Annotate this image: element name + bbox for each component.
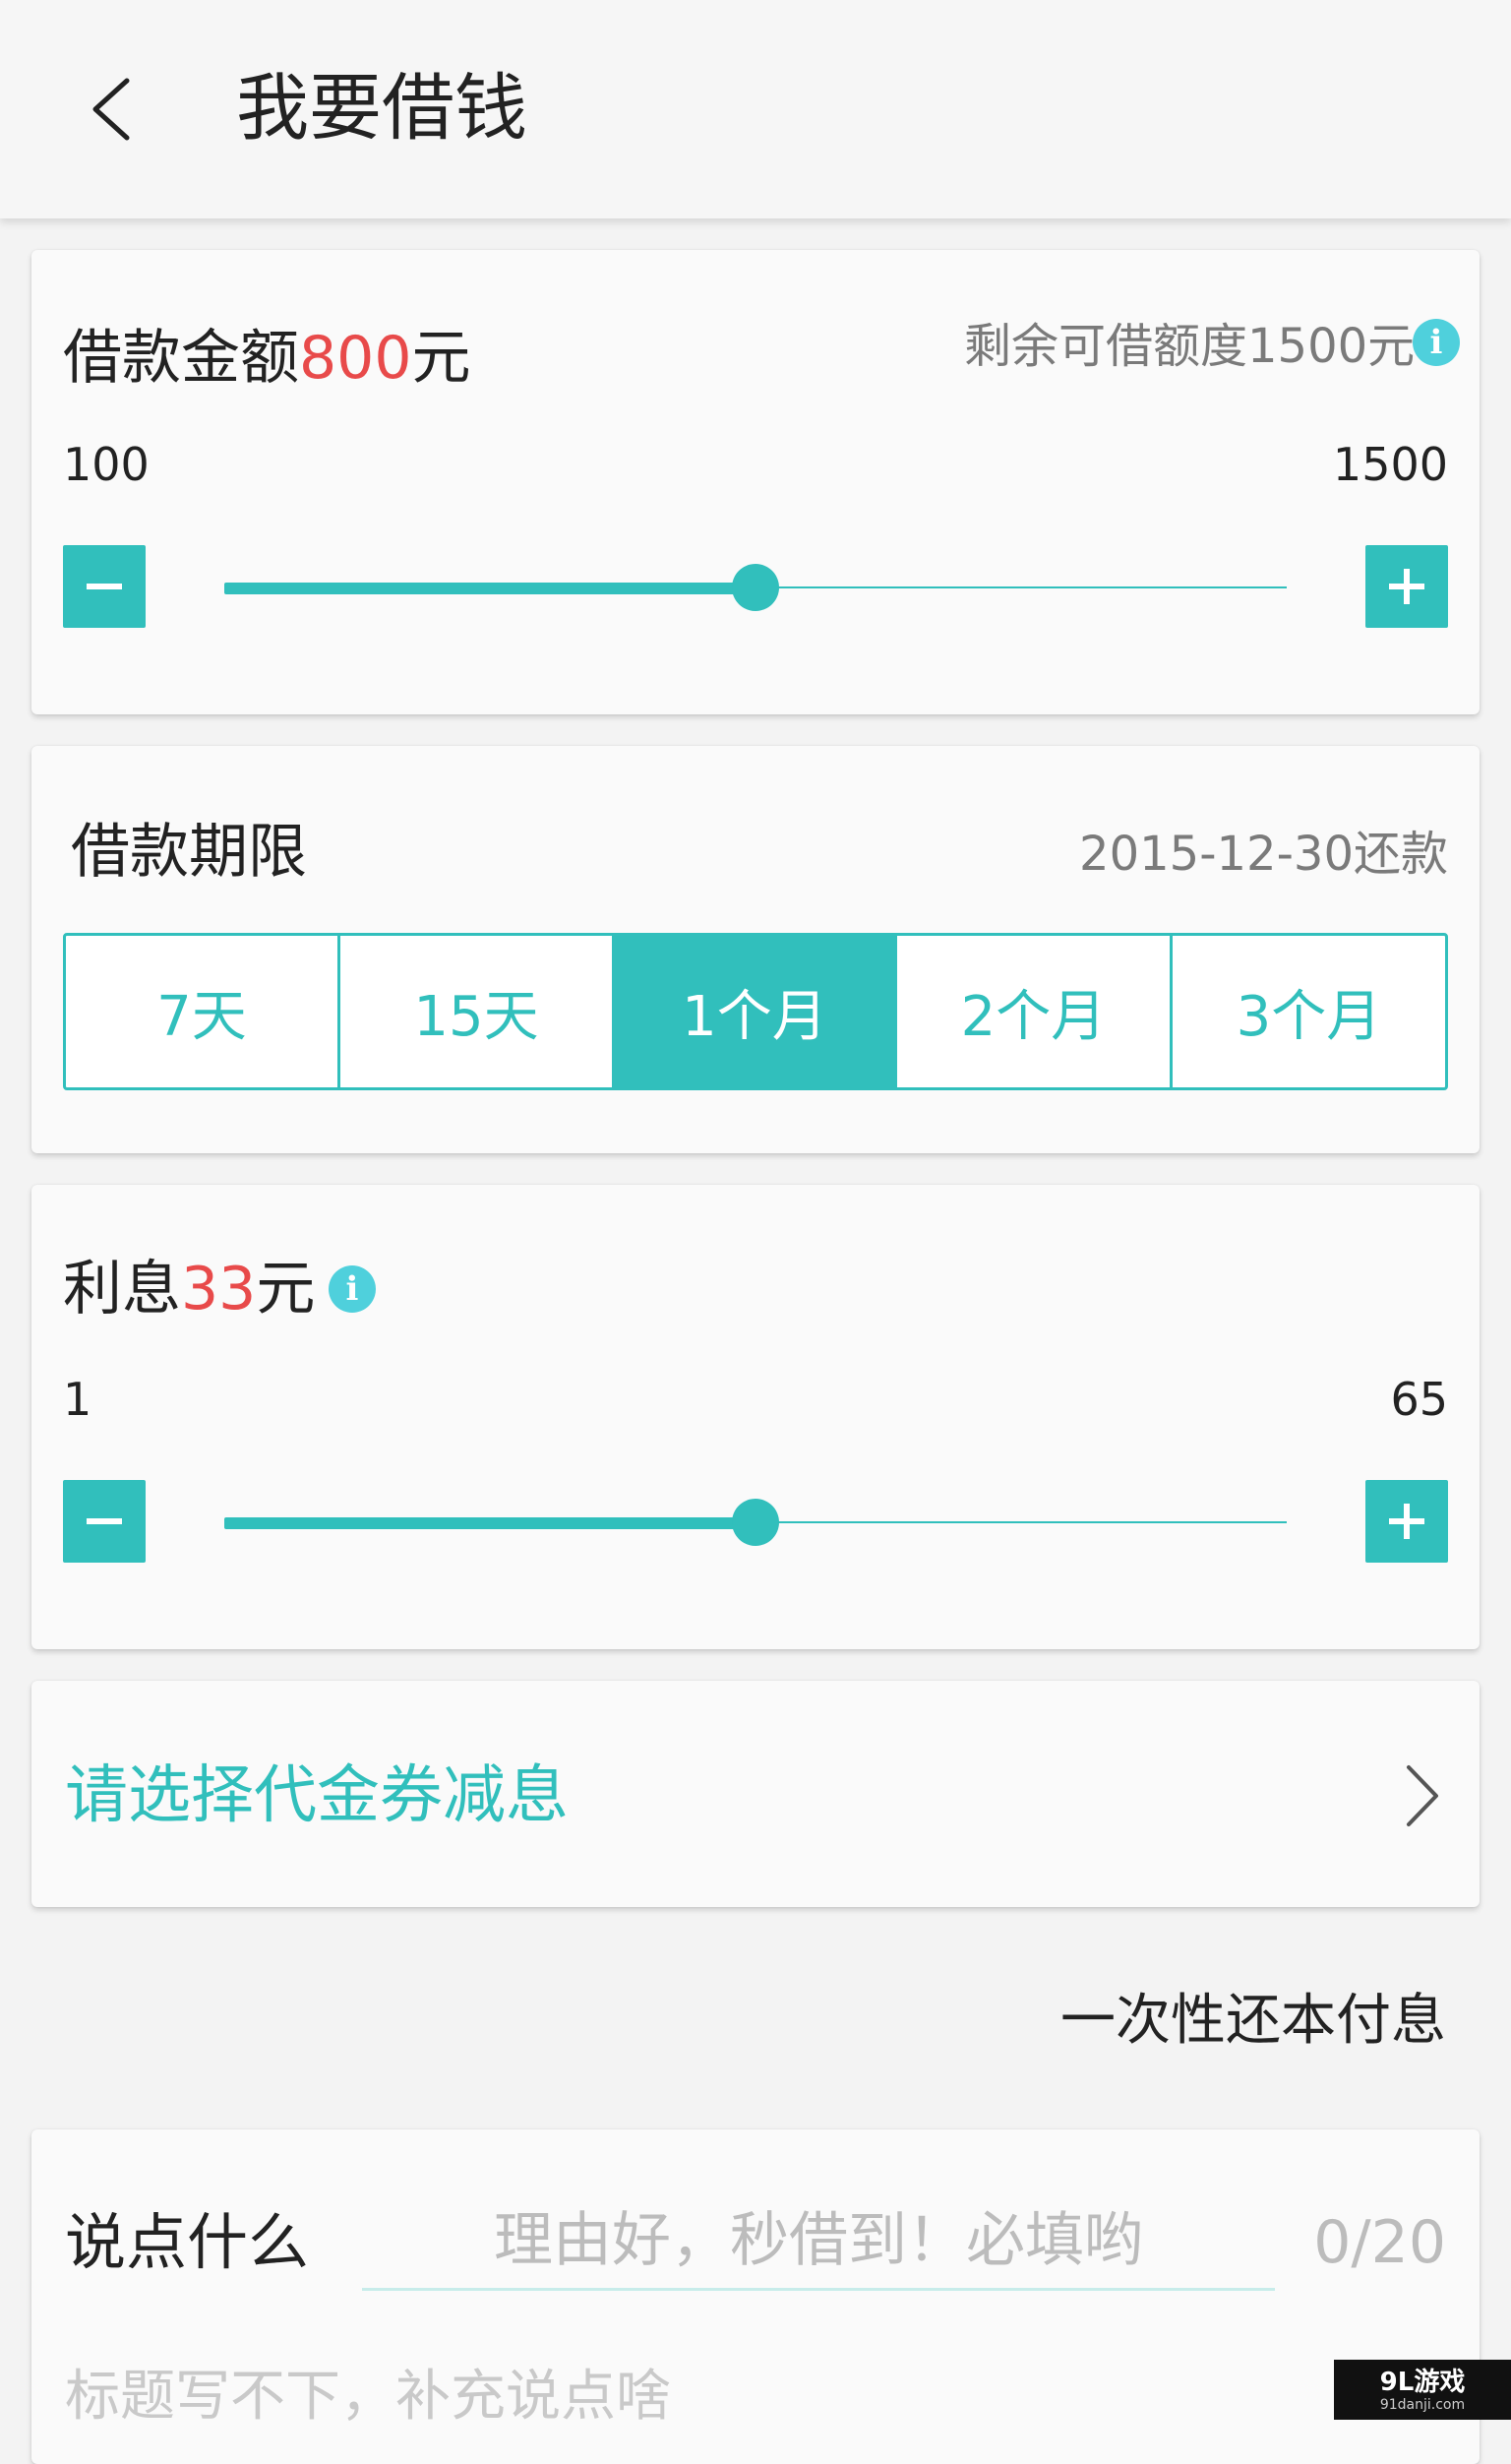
interest-max-label: 65 xyxy=(1390,1373,1448,1426)
page-title: 我要借钱 xyxy=(236,66,527,151)
term-option-1-month[interactable]: 1个月 xyxy=(615,936,897,1087)
interest-value: 33 xyxy=(181,1255,257,1324)
watermark-sub-text: 91danji.com xyxy=(1379,2396,1466,2413)
term-option-7-days[interactable]: 7天 xyxy=(66,936,340,1087)
chevron-right-icon xyxy=(1407,1765,1438,1826)
amount-max-label: 1500 xyxy=(1332,438,1448,491)
interest-plus-button[interactable] xyxy=(1365,1480,1448,1563)
loan-term-card: 借款期限 2015-12-30还款 7天 15天 1个月 2个月 3个月 xyxy=(31,746,1480,1153)
info-icon[interactable]: i xyxy=(1413,319,1460,366)
plus-icon xyxy=(1389,1504,1424,1539)
interest-unit: 元 xyxy=(256,1255,316,1324)
term-option-15-days[interactable]: 15天 xyxy=(340,936,615,1087)
chevron-left-icon xyxy=(92,78,130,141)
remaining-credit-text: 剩余可借额度1500元 xyxy=(964,319,1416,374)
loan-amount-unit: 元 xyxy=(411,324,471,393)
amount-plus-button[interactable] xyxy=(1365,545,1448,628)
interest-slider[interactable] xyxy=(224,1498,1287,1547)
amount-minus-button[interactable] xyxy=(63,545,146,628)
interest-label: 利息 xyxy=(63,1255,181,1324)
coupon-row[interactable]: 请选择代金券减息 xyxy=(31,1681,1480,1907)
character-counter: 0/20 xyxy=(1313,2208,1446,2277)
loan-amount-label: 借款金额 xyxy=(63,324,299,393)
interest-card: 利息33元 i 1 65 xyxy=(31,1185,1480,1649)
say-something-card: 说点什么 0/20 标题写不下，补充说点啥 xyxy=(31,2129,1480,2464)
term-selector: 7天 15天 1个月 2个月 3个月 xyxy=(63,933,1448,1090)
interest-title: 利息33元 xyxy=(63,1250,315,1328)
minus-icon xyxy=(87,584,122,589)
loan-amount-card: 借款金额800元 剩余可借额度1500元 i 100 1500 xyxy=(31,250,1480,714)
amount-slider-fill xyxy=(224,583,756,594)
plus-icon xyxy=(1389,569,1424,604)
info-icon[interactable]: i xyxy=(329,1265,376,1313)
coupon-label: 请选择代金券减息 xyxy=(65,1759,569,1832)
term-option-3-months[interactable]: 3个月 xyxy=(1173,936,1445,1087)
term-option-2-months[interactable]: 2个月 xyxy=(897,936,1173,1087)
loan-amount-title: 借款金额800元 xyxy=(63,319,471,398)
say-something-label: 说点什么 xyxy=(65,2206,310,2278)
supplement-input[interactable]: 标题写不下，补充说点啥 xyxy=(65,2358,671,2436)
loan-amount-value: 800 xyxy=(299,324,412,393)
site-watermark-logo: 9L游戏 91danji.com xyxy=(1334,2360,1511,2420)
amount-slider-thumb[interactable] xyxy=(732,564,779,611)
top-app-bar: 我要借钱 xyxy=(0,0,1511,218)
repay-date-text: 2015-12-30还款 xyxy=(1079,827,1448,882)
repayment-method-text: 一次性还本付息 xyxy=(1060,1989,1446,2053)
amount-slider[interactable] xyxy=(224,563,1287,612)
watermark-main-text: 9L游戏 xyxy=(1379,2367,1466,2397)
loan-term-label: 借款期限 xyxy=(71,818,307,887)
amount-min-label: 100 xyxy=(63,438,150,491)
interest-min-label: 1 xyxy=(63,1373,92,1426)
minus-icon xyxy=(87,1518,122,1524)
interest-slider-fill xyxy=(224,1517,756,1529)
back-button[interactable] xyxy=(77,65,146,154)
reason-input[interactable] xyxy=(362,2192,1275,2291)
interest-slider-thumb[interactable] xyxy=(732,1499,779,1546)
interest-minus-button[interactable] xyxy=(63,1480,146,1563)
